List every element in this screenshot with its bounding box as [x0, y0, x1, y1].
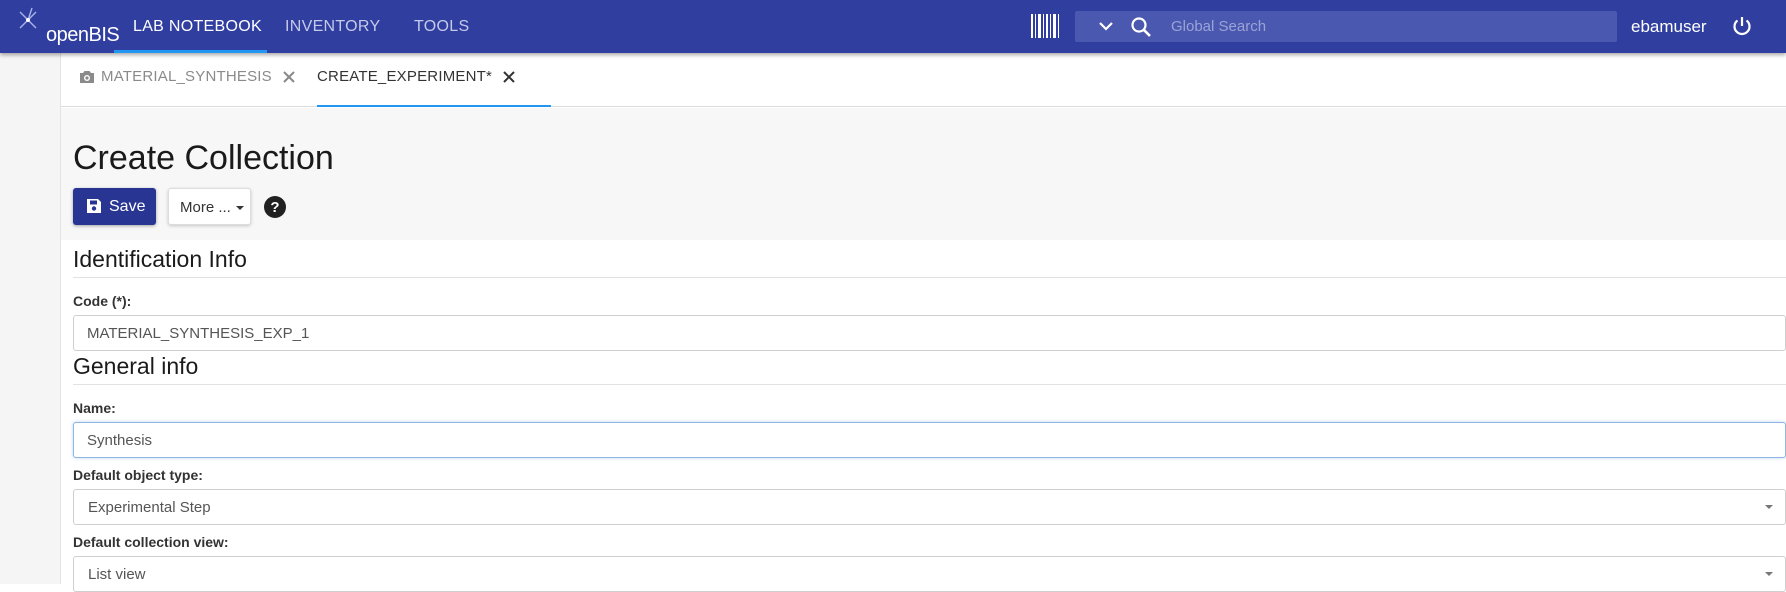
code-field-label: Code (*): — [73, 293, 132, 309]
left-gutter — [0, 53, 61, 584]
default-collection-view-label: Default collection view: — [73, 534, 229, 550]
camera-icon — [80, 71, 94, 84]
tab-active-indicator — [317, 105, 551, 107]
username[interactable]: ebamuser — [1631, 0, 1707, 53]
nav-lab-notebook[interactable]: LAB NOTEBOOK — [133, 0, 262, 53]
more-button-label: More ... — [180, 199, 231, 216]
save-button[interactable]: Save — [73, 188, 156, 225]
default-object-type-value: Experimental Step — [88, 499, 211, 516]
more-dropdown-button[interactable]: More ... — [168, 188, 251, 225]
name-field-label: Name: — [73, 400, 116, 416]
caret-down-icon — [236, 206, 244, 210]
section-divider — [73, 277, 1786, 278]
floppy-disk-icon — [87, 199, 101, 213]
tab-label: CREATE_EXPERIMENT* — [317, 68, 493, 86]
default-collection-view-value: List view — [88, 566, 146, 583]
tab-bar: MATERIAL_SYNTHESIS CREATE_EXPERIMENT* — [61, 53, 1786, 107]
tab-label: MATERIAL_SYNTHESIS — [101, 68, 272, 86]
default-collection-view-select[interactable]: List view — [73, 556, 1786, 592]
section-title-identification: Identification Info — [73, 246, 247, 272]
name-field[interactable] — [73, 422, 1786, 458]
code-field[interactable] — [73, 315, 1786, 351]
section-divider — [73, 384, 1786, 385]
caret-down-icon — [1765, 572, 1773, 576]
openbis-logo[interactable]: openBIS — [16, 6, 120, 46]
nav-inventory[interactable]: INVENTORY — [285, 0, 380, 53]
page-title: Create Collection — [73, 139, 334, 177]
logo-molecule-icon — [19, 7, 37, 29]
global-search-box — [1075, 11, 1617, 42]
svg-text:?: ? — [270, 199, 279, 216]
help-icon[interactable]: ? — [263, 195, 287, 219]
default-object-type-label: Default object type: — [73, 467, 203, 483]
search-icon[interactable] — [1130, 16, 1152, 38]
close-icon[interactable] — [502, 70, 516, 84]
default-object-type-select[interactable]: Experimental Step — [73, 489, 1786, 525]
top-app-bar: openBIS LAB NOTEBOOK INVENTORY TOOLS eba… — [0, 0, 1786, 53]
tab-create-experiment[interactable]: CREATE_EXPERIMENT* — [317, 53, 516, 107]
barcode-icon[interactable] — [1031, 14, 1059, 38]
caret-down-icon — [1765, 505, 1773, 509]
tab-material-synthesis[interactable]: MATERIAL_SYNTHESIS — [79, 53, 296, 107]
section-title-general: General info — [73, 353, 199, 379]
nav-tools[interactable]: TOOLS — [414, 0, 469, 53]
collection-form: Identification Info Code (*): General in… — [61, 240, 1786, 592]
chevron-down-icon[interactable] — [1097, 17, 1115, 35]
main-content: Create Collection Save More ... ? Identi… — [61, 108, 1786, 592]
nav-active-indicator — [114, 50, 267, 53]
global-search-input[interactable] — [1171, 11, 1601, 42]
logout-power-icon[interactable] — [1731, 15, 1753, 37]
save-button-label: Save — [109, 198, 146, 215]
close-icon[interactable] — [282, 70, 296, 84]
logo-text: openBIS — [46, 24, 120, 46]
